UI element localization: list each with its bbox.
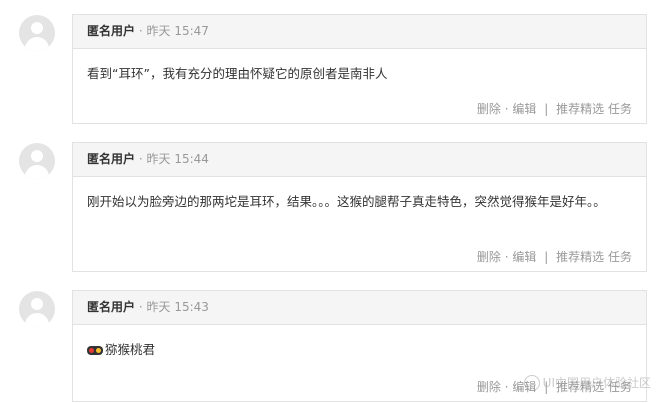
watermark: UI中国用户体验社区 — [523, 374, 651, 391]
actions-dot: · — [504, 250, 509, 264]
comment-time: 昨天 15:43 — [146, 300, 209, 314]
header-separator: · — [138, 24, 143, 38]
edit-link[interactable]: 编辑 — [512, 250, 536, 264]
avatar[interactable] — [19, 143, 55, 179]
emoji-icon — [87, 346, 103, 355]
watermark-logo-icon — [523, 375, 540, 391]
comment-actions: 删除 · 编辑 | 推荐精选 任务 — [477, 100, 632, 117]
recommend-link[interactable]: 推荐精选 — [556, 250, 604, 264]
actions-dot: · — [504, 102, 509, 116]
comment-time: 昨天 15:47 — [146, 24, 209, 38]
comment-author[interactable]: 匿名用户 — [87, 24, 135, 38]
actions-dot: · — [504, 380, 509, 394]
comment-author[interactable]: 匿名用户 — [87, 152, 135, 166]
comment-author[interactable]: 匿名用户 — [87, 300, 135, 314]
comment-time: 昨天 15:44 — [146, 152, 209, 166]
comment-text: 猕猴桃君 — [105, 342, 156, 357]
avatar-head-shape — [31, 298, 43, 310]
task-link[interactable]: 任务 — [608, 250, 632, 264]
comment-card: 匿名用户 · 昨天 15:47 看到“耳环”，我有充分的理由怀疑它的原创者是南非… — [72, 14, 647, 124]
avatar-head-shape — [31, 150, 43, 162]
comment-text: 刚开始以为脸旁边的那两坨是耳环，结果。。。这猴的腿帮子真走特色，突然觉得猴年是好… — [87, 194, 606, 209]
delete-link[interactable]: 删除 — [477, 380, 501, 394]
header-separator: · — [138, 152, 143, 166]
edit-link[interactable]: 编辑 — [512, 102, 536, 116]
avatar[interactable] — [19, 291, 55, 327]
comment-header: 匿名用户 · 昨天 15:43 — [73, 291, 646, 325]
comment-actions: 删除 · 编辑 | 推荐精选 任务 — [477, 248, 632, 265]
comment-body: 猕猴桃君 — [73, 325, 646, 361]
comment-header: 匿名用户 · 昨天 15:47 — [73, 15, 646, 49]
avatar-body-shape — [25, 37, 49, 51]
header-separator: · — [138, 300, 143, 314]
actions-divider: | — [544, 102, 549, 116]
avatar-body-shape — [25, 313, 49, 327]
avatar[interactable] — [19, 15, 55, 51]
comment-header: 匿名用户 · 昨天 15:44 — [73, 143, 646, 177]
delete-link[interactable]: 删除 — [477, 102, 501, 116]
watermark-text: UI中国用户体验社区 — [542, 375, 651, 390]
avatar-head-shape — [31, 22, 43, 34]
actions-divider: | — [544, 250, 549, 264]
avatar-body-shape — [25, 165, 49, 179]
delete-link[interactable]: 删除 — [477, 250, 501, 264]
comment-text: 看到“耳环”，我有充分的理由怀疑它的原创者是南非人 — [87, 66, 388, 81]
comment-card: 匿名用户 · 昨天 15:44 刚开始以为脸旁边的那两坨是耳环，结果。。。这猴的… — [72, 142, 647, 272]
recommend-link[interactable]: 推荐精选 — [556, 102, 604, 116]
task-link[interactable]: 任务 — [608, 102, 632, 116]
